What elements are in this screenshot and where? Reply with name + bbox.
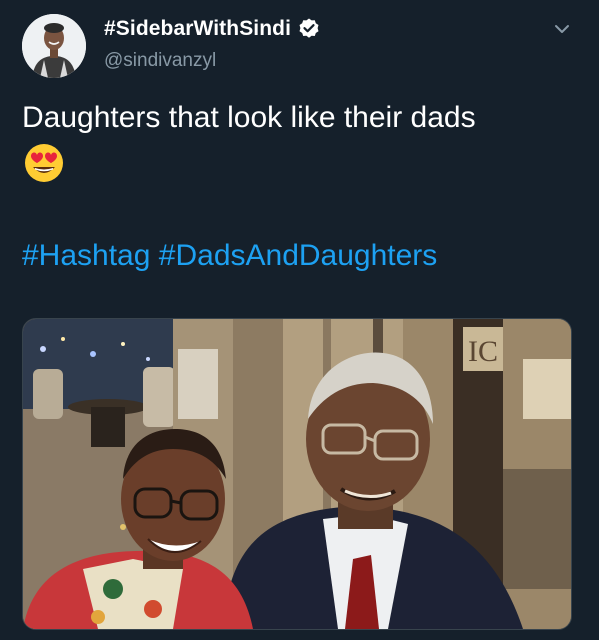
tweet-text: Daughters that look like their dads [22, 101, 476, 134]
verified-badge-icon [297, 17, 321, 41]
author-names: #SidebarWithSindi @sindivanzyl [104, 14, 321, 72]
hashtag-link[interactable]: #DadsAndDaughters [159, 239, 438, 272]
avatar-image [22, 14, 86, 78]
avatar[interactable] [22, 14, 86, 78]
selfie-photo: IC [23, 319, 571, 629]
tweet-header: #SidebarWithSindi @sindivanzyl [20, 12, 579, 84]
chevron-down-icon[interactable] [551, 18, 573, 40]
hashtag-row: #Hashtag #DadsAndDaughters [22, 236, 437, 276]
hashtag-link[interactable]: #Hashtag [22, 239, 150, 272]
tweet-photo[interactable]: IC [22, 318, 572, 630]
user-handle[interactable]: @sindivanzyl [104, 50, 321, 72]
photo-sign-text: IC [468, 335, 498, 368]
display-name[interactable]: #SidebarWithSindi [104, 17, 291, 41]
display-name-row: #SidebarWithSindi [104, 14, 321, 44]
heart-eyes-emoji-icon [22, 140, 66, 184]
tweet-card: #SidebarWithSindi @sindivanzyl Daughters… [0, 0, 599, 640]
